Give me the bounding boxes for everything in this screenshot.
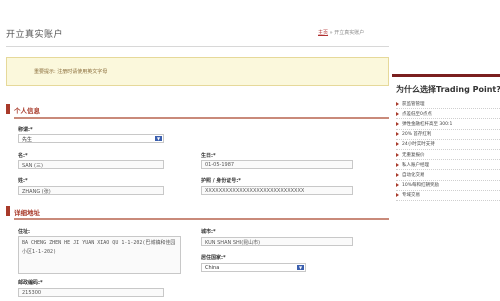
- bullet-arrow-icon: [396, 101, 399, 106]
- bullet-arrow-icon: [396, 162, 399, 167]
- sidebar-item-label: 自动化交易: [402, 172, 425, 178]
- passport-label: 护照 / 身份证号:*: [201, 178, 241, 184]
- sidebar-item[interactable]: 无重复报价: [396, 150, 500, 161]
- bullet-arrow-icon: [396, 111, 399, 116]
- city-label: 城市:*: [201, 229, 216, 235]
- passport-field[interactable]: XXXXXXXXXXXXXXXXXXXXXXXXXXXXX: [201, 186, 353, 195]
- postcode-label: 邮政编码:*: [18, 280, 43, 286]
- last-name-label: 姓:*: [18, 178, 28, 184]
- first-name-label: 名:*: [18, 153, 28, 159]
- sidebar-title: 为什么选择Trading Point?: [396, 85, 500, 94]
- title-select[interactable]: 先生 ▼: [18, 134, 164, 143]
- sidebar-item-label: 获监管管理: [402, 101, 425, 107]
- country-select-value: China: [205, 265, 220, 271]
- sidebar-item-label: 10%每和红朝奖励: [402, 183, 440, 189]
- city-field[interactable]: KUN SHAN SHI(昆山市): [201, 237, 353, 246]
- chevron-down-icon: ▼: [155, 136, 162, 141]
- section-divider: [14, 117, 389, 119]
- notice-text: 重要提示: 注册时请使用英文字母: [34, 69, 108, 75]
- title-select-value: 先生: [22, 137, 33, 143]
- sidebar-item[interactable]: 获监管管理: [396, 99, 500, 110]
- header-divider: [6, 46, 389, 47]
- sidebar-item-label: 私人账户经理: [402, 162, 429, 168]
- section-marker: [6, 206, 10, 216]
- last-name-field[interactable]: ZHANG (张): [18, 186, 164, 195]
- sidebar-item[interactable]: 20% 首存红利: [396, 130, 500, 140]
- bullet-arrow-icon: [396, 172, 399, 177]
- sidebar-item-label: 24小时实时支持: [402, 142, 435, 148]
- sidebar-item[interactable]: 弹性金融杠杆高至 300:1: [396, 119, 500, 130]
- bullet-arrow-icon: [396, 142, 399, 147]
- chevron-down-icon: ▼: [297, 265, 304, 270]
- section-divider: [14, 218, 389, 220]
- sidebar-item[interactable]: 24小时实时支持: [396, 140, 500, 150]
- sidebar-item[interactable]: 专域交易: [396, 191, 500, 201]
- street-textarea[interactable]: BA CHENG ZHEN HE JI YUAN XIAO QU 1-1-202…: [18, 236, 181, 274]
- postcode-field[interactable]: 215300: [18, 288, 164, 297]
- breadcrumb-home-link[interactable]: 主页: [318, 30, 328, 36]
- bullet-arrow-icon: [396, 132, 399, 137]
- first-name-field[interactable]: SAN (三): [18, 160, 164, 169]
- sidebar-list: 获监管管理 点差低至0点点 弹性金融杠杆高至 300:1 20% 首存红利 24…: [396, 99, 500, 201]
- bullet-arrow-icon: [396, 121, 399, 126]
- street-label: 住址:: [18, 229, 30, 235]
- bullet-arrow-icon: [396, 193, 399, 198]
- sidebar-item[interactable]: 点差低至0点点: [396, 109, 500, 120]
- sidebar-item-label: 点差低至0点点: [402, 111, 432, 117]
- sidebar-item-label: 无重复报价: [402, 152, 425, 158]
- page-title: 开立真实账户: [6, 30, 64, 40]
- sidebar-item-label: 20% 首存红利: [402, 132, 432, 138]
- bullet-arrow-icon: [396, 183, 399, 188]
- sidebar-item[interactable]: 私人账户经理: [396, 160, 500, 171]
- sidebar-item-label: 弹性金融杠杆高至 300:1: [402, 121, 453, 127]
- bullet-arrow-icon: [396, 152, 399, 157]
- section-title-address: 详细地址: [14, 209, 40, 217]
- section-title-personal: 个人信息: [14, 107, 40, 115]
- country-select[interactable]: China ▼: [201, 263, 306, 272]
- breadcrumb-current: 开立真实账户: [334, 30, 365, 36]
- section-marker: [6, 104, 10, 114]
- title-label: 称谓:*: [18, 127, 33, 133]
- sidebar-item[interactable]: 自动化交易: [396, 170, 500, 181]
- breadcrumb-separator: »: [329, 30, 333, 36]
- country-label: 居住国家:*: [201, 255, 226, 261]
- dob-label: 生日:*: [201, 153, 216, 159]
- dob-field[interactable]: 01-05-1987: [201, 160, 353, 169]
- breadcrumb: 主页 » 开立真实账户: [318, 29, 364, 36]
- sidebar-item-label: 专域交易: [402, 193, 420, 199]
- sidebar-item[interactable]: 10%每和红朝奖励: [396, 181, 500, 191]
